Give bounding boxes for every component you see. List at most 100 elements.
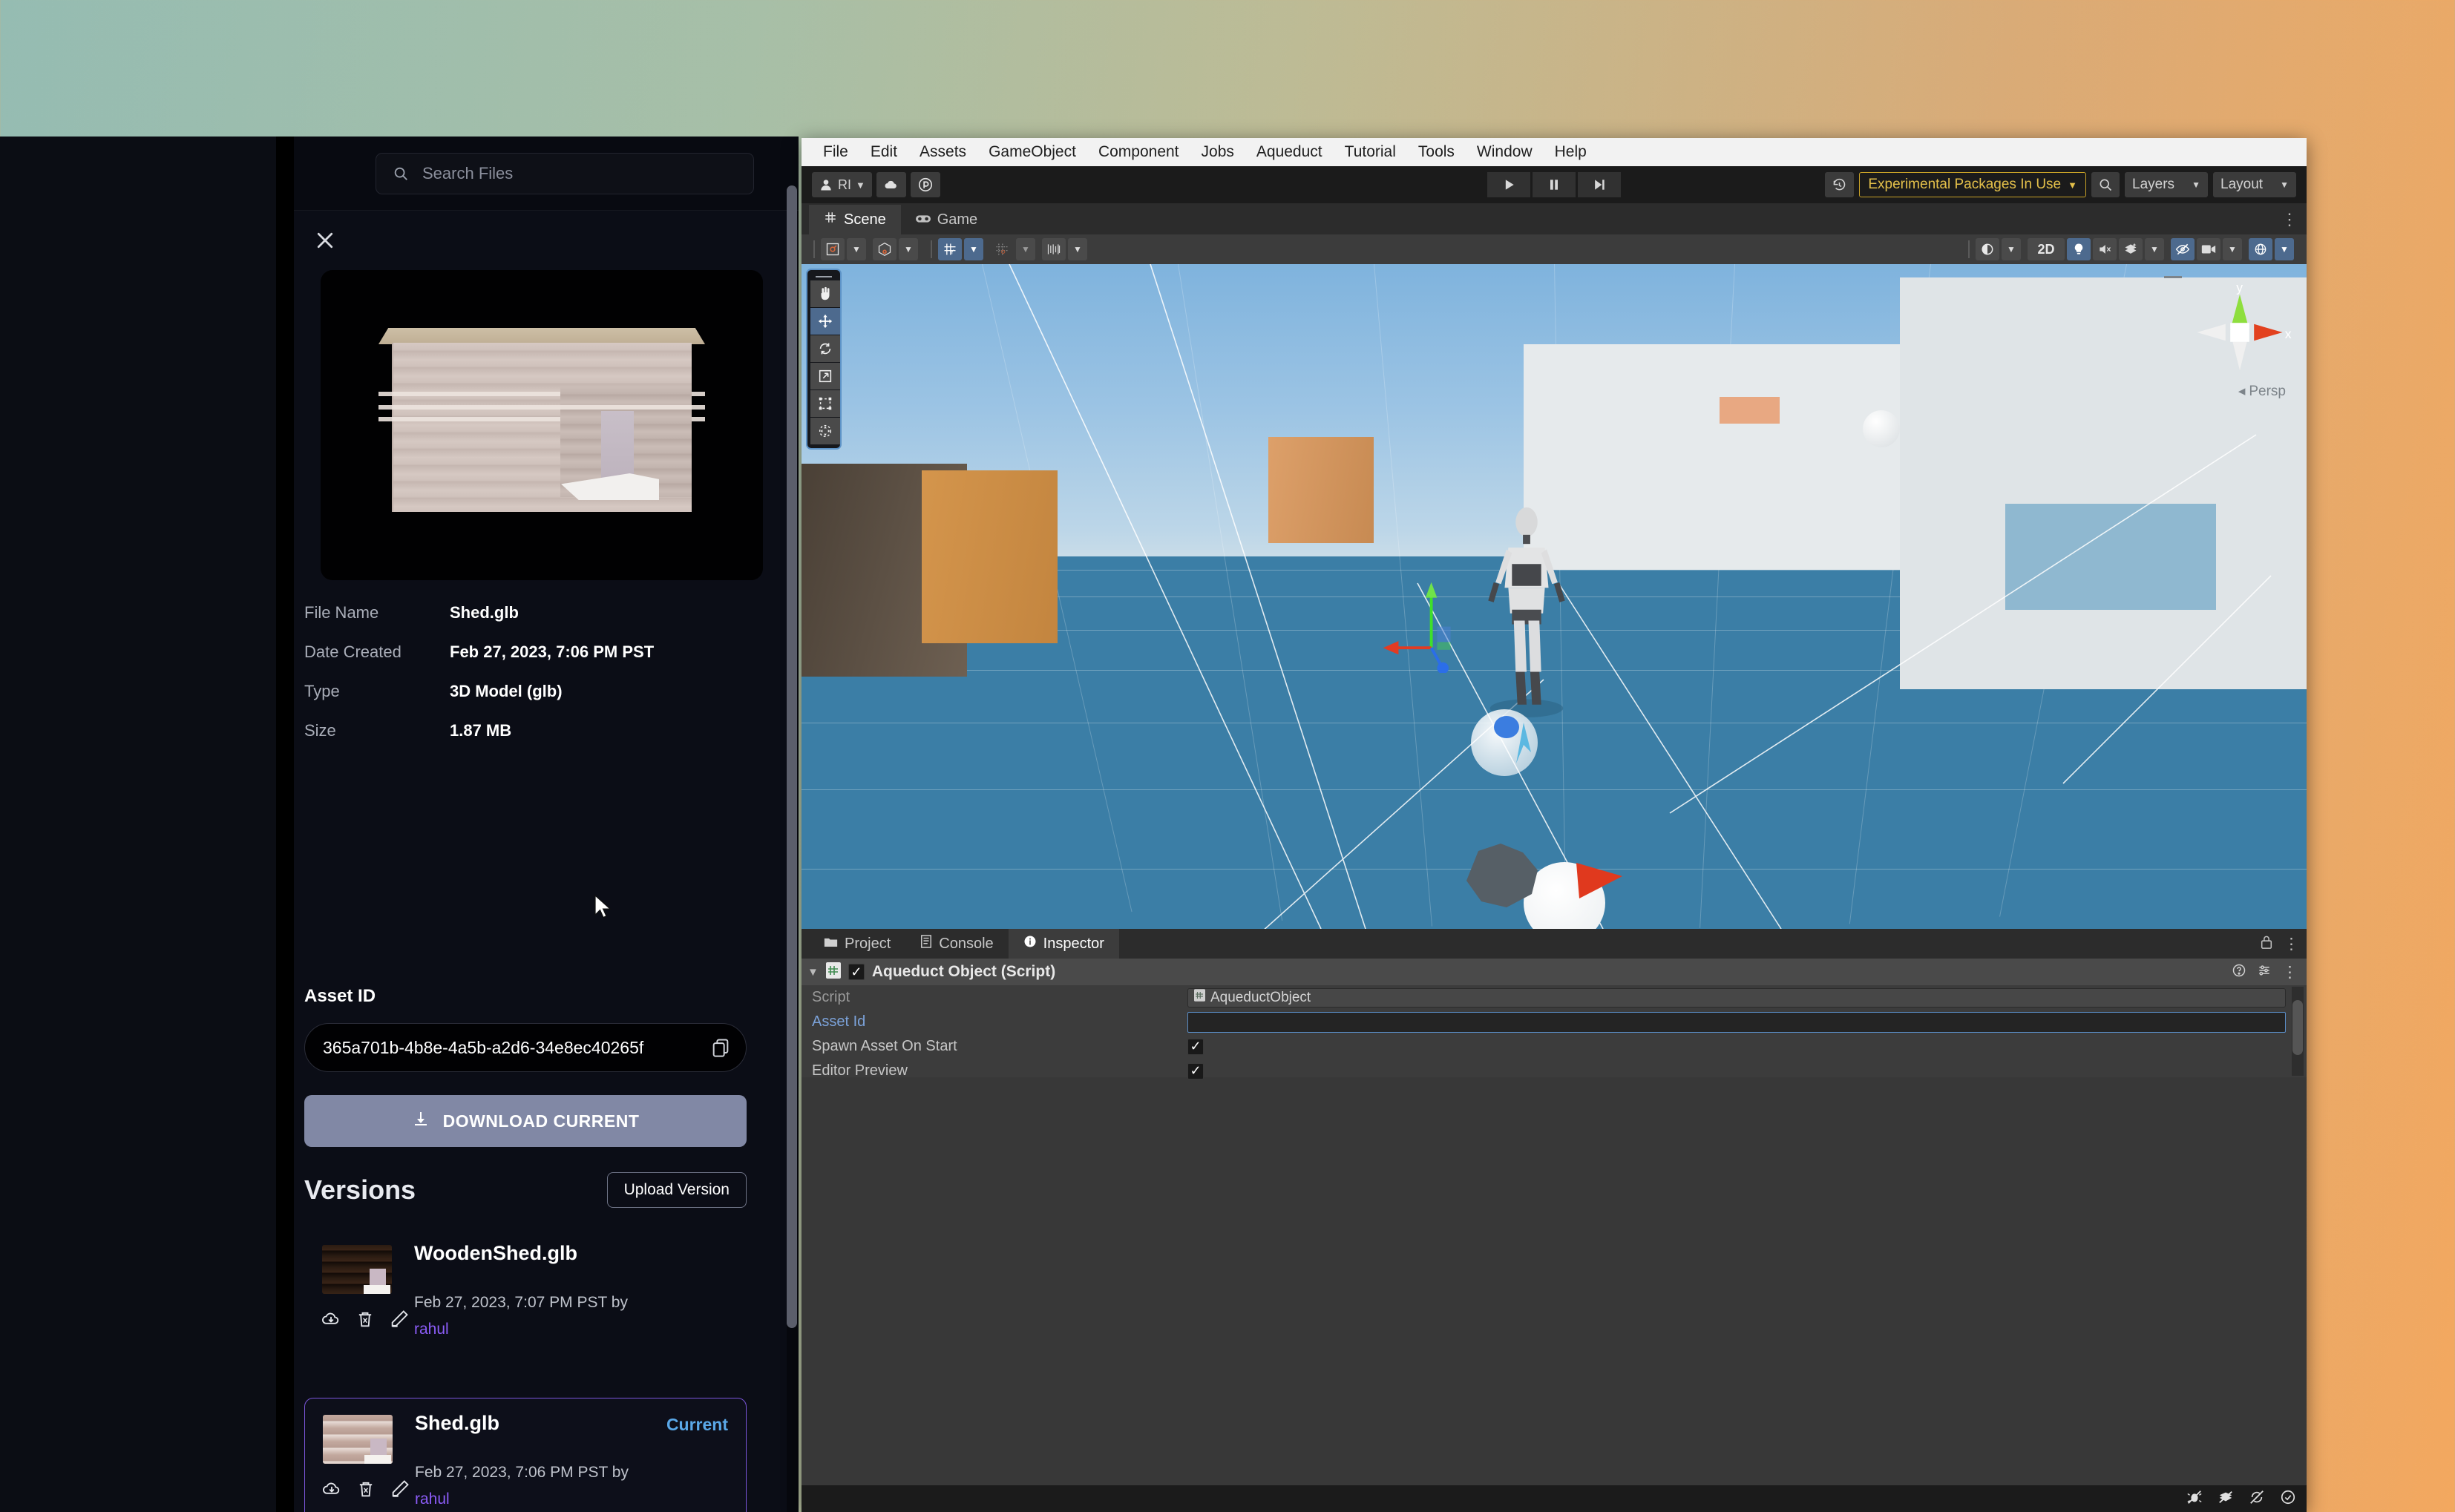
tab-game[interactable]: Game [901, 205, 992, 234]
delete-icon[interactable] [355, 1479, 376, 1499]
hand-tool[interactable] [810, 280, 840, 307]
draw-mode-button[interactable] [1976, 238, 1999, 260]
kebab-icon[interactable]: ⋮ [2284, 935, 2299, 953]
menu-component[interactable]: Component [1087, 140, 1190, 164]
menu-jobs[interactable]: Jobs [1190, 140, 1245, 164]
component-enabled-checkbox[interactable]: ✓ [848, 964, 865, 980]
effects-dropdown[interactable]: ▼ [2145, 238, 2164, 260]
webapp-scrollbar[interactable] [787, 185, 797, 1328]
tab-scene[interactable]: Scene [809, 205, 901, 234]
camera-dropdown[interactable]: ▼ [2223, 238, 2242, 260]
history-icon[interactable] [1825, 172, 1855, 197]
menu-gameobject[interactable]: GameObject [977, 140, 1087, 164]
layout-dropdown[interactable]: Layout ▼ [2213, 172, 2296, 197]
bug-off-icon[interactable] [2186, 1489, 2203, 1509]
rotate-tool[interactable] [810, 335, 840, 362]
collapse-icon[interactable] [2218, 1489, 2234, 1509]
cloud-download-icon[interactable] [321, 1309, 341, 1329]
snap-increment-dropdown[interactable]: ▼ [1016, 238, 1035, 260]
audio-toggle-button[interactable] [2093, 238, 2117, 260]
scale-tool[interactable] [810, 363, 840, 389]
scene-scrollbar[interactable] [2295, 359, 2305, 834]
transform-tool[interactable] [810, 418, 840, 444]
menu-window[interactable]: Window [1466, 140, 1544, 164]
preset-icon[interactable] [2257, 963, 2272, 982]
search-icon[interactable] [2091, 172, 2120, 197]
snap-increment-button[interactable] [990, 238, 1014, 260]
kebab-icon[interactable]: ⋮ [2282, 963, 2298, 982]
kebab-icon[interactable]: ⋮ [2281, 210, 2298, 229]
pause-button[interactable] [1533, 172, 1576, 197]
scene-gizmo-grip[interactable] [2164, 276, 2182, 278]
script-object-field[interactable]: AqueductObject [1187, 987, 2286, 1008]
asset-id-input[interactable] [1187, 1011, 2286, 1033]
scene-projection-label[interactable]: ◂ Persp [2238, 383, 2286, 400]
visibility-toggle-button[interactable] [2171, 238, 2195, 260]
effects-toggle-button[interactable] [2119, 238, 2143, 260]
pivot-tool-dropdown[interactable]: ▼ [899, 238, 918, 260]
tab-console[interactable]: Console [905, 929, 1008, 959]
menu-tools[interactable]: Tools [1407, 140, 1466, 164]
grid-snap-dropdown[interactable]: ▼ [964, 238, 983, 260]
download-current-button[interactable]: DOWNLOAD CURRENT [304, 1095, 747, 1147]
move-tool[interactable] [810, 308, 840, 335]
scene-viewport[interactable]: y x ◂ Persp [802, 264, 2307, 929]
gizmos-dropdown[interactable]: ▼ [2275, 238, 2294, 260]
camera-toggle-button[interactable] [2197, 238, 2220, 260]
foldout-arrow-icon[interactable]: ▼ [807, 966, 819, 979]
version-list-item-current[interactable]: Shed.glb Current Feb 27, 2023, 7:06 PM P… [304, 1398, 747, 1512]
search-box[interactable] [376, 153, 754, 194]
2d-toggle-button[interactable]: 2D [2028, 238, 2065, 260]
spawn-asset-on-start-checkbox[interactable]: ✓ [1187, 1038, 1204, 1055]
lock-icon[interactable] [2260, 935, 2273, 953]
layout-grid-dropdown[interactable]: ▼ [1068, 238, 1087, 260]
select-tool-dropdown[interactable]: ▼ [847, 238, 866, 260]
edit-icon[interactable] [389, 1309, 410, 1329]
move-gizmo[interactable] [1381, 576, 1478, 674]
tab-game-label: Game [937, 211, 978, 228]
pivot-tool-button[interactable] [873, 238, 897, 260]
asset-id-field[interactable]: 365a701b-4b8e-4a5b-a2d6-34e8ec40265f [304, 1023, 747, 1072]
version-list-item[interactable]: WoodenShed.glb Feb 27, 2023, 7:07 PM PST… [304, 1229, 747, 1370]
edit-icon[interactable] [390, 1479, 410, 1499]
inspector-scrollbar[interactable] [2292, 987, 2304, 1076]
lighting-toggle-button[interactable] [2067, 238, 2091, 260]
account-button[interactable]: RI ▼ [812, 172, 872, 197]
editor-preview-checkbox[interactable]: ✓ [1187, 1062, 1204, 1079]
rect-tool[interactable] [810, 390, 840, 417]
collab-icon[interactable] [910, 172, 940, 197]
step-button[interactable] [1578, 172, 1621, 197]
draw-mode-dropdown[interactable]: ▼ [2002, 238, 2021, 260]
cloud-download-icon[interactable] [321, 1479, 342, 1499]
version-user[interactable]: rahul [415, 1490, 450, 1508]
help-icon[interactable] [2232, 963, 2246, 982]
copy-icon[interactable] [710, 1037, 731, 1058]
menu-edit[interactable]: Edit [859, 140, 908, 164]
menu-help[interactable]: Help [1544, 140, 1598, 164]
gizmos-toggle-button[interactable] [2249, 238, 2272, 260]
search-input[interactable] [422, 164, 734, 183]
menu-file[interactable]: File [812, 140, 859, 164]
layout-grid-button[interactable] [1042, 238, 1066, 260]
cloud-icon[interactable] [876, 172, 906, 197]
version-user[interactable]: rahul [414, 1321, 449, 1338]
grid-snap-button[interactable]: Y [938, 238, 962, 260]
component-header[interactable]: ▼ ✓ Aqueduct Object (Script) ⋮ [802, 959, 2307, 985]
play-button[interactable] [1487, 172, 1530, 197]
menu-tutorial[interactable]: Tutorial [1334, 140, 1407, 164]
menu-assets[interactable]: Assets [908, 140, 977, 164]
upload-version-button[interactable]: Upload Version [606, 1172, 747, 1208]
script-value: AqueductObject [1210, 989, 1311, 1005]
palette-grip[interactable] [810, 273, 837, 280]
select-tool-button[interactable] [821, 238, 845, 260]
experimental-packages-dropdown[interactable]: Experimental Packages In Use ▼ [1859, 172, 2086, 197]
menu-aqueduct[interactable]: Aqueduct [1245, 140, 1334, 164]
scene-axis-gizmo[interactable]: y x [2180, 273, 2299, 392]
ready-icon[interactable] [2280, 1489, 2296, 1509]
layers-dropdown[interactable]: Layers ▼ [2125, 172, 2208, 197]
delete-icon[interactable] [355, 1309, 376, 1329]
refresh-off-icon[interactable] [2249, 1489, 2265, 1509]
tab-project[interactable]: Project [809, 929, 905, 959]
tab-inspector[interactable]: Inspector [1008, 929, 1119, 959]
close-icon[interactable] [309, 224, 341, 257]
